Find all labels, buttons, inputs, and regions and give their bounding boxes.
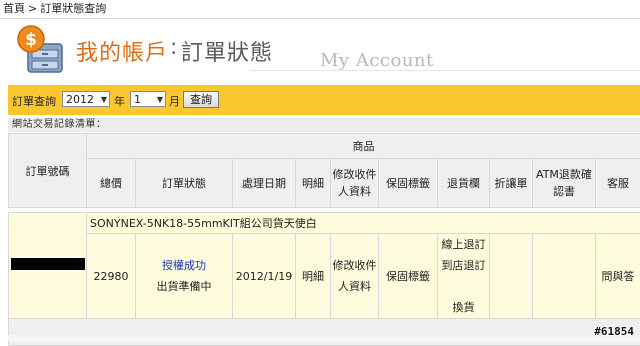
breadcrumb-home-link[interactable]: 首頁 (3, 2, 25, 15)
header-edit-recipient-line2: 人資料 (338, 185, 371, 198)
status-text: 出貨準備中 (157, 280, 212, 293)
header-atm-refund: ATM退款確認書 (533, 159, 596, 208)
detail-link[interactable]: 明細 (296, 234, 331, 319)
page-subtitle: 訂單狀態 (181, 35, 273, 67)
breadcrumb: 首頁>訂單狀態查詢 (3, 1, 106, 17)
footer-cell (9, 319, 640, 346)
return-cell: 線上退訂到店退訂換貨 (438, 234, 490, 319)
faq-link[interactable]: 問與答 (596, 234, 640, 319)
atm-refund-cell (533, 234, 596, 319)
redacted-order-number (11, 258, 85, 270)
year-select[interactable]: 2012 ▼ (62, 91, 110, 107)
page-title-english: My Account (320, 50, 434, 71)
product-name: SONYNEX-5NK18-55mmKIT組公司貨天使白 (87, 213, 640, 234)
query-button[interactable]: 查詢 (183, 91, 219, 108)
month-unit-label: 月 (169, 93, 180, 109)
header-product: 商品 (87, 134, 640, 159)
warranty-label-link[interactable]: 保固標籤 (379, 234, 438, 319)
chevron-down-icon: ▼ (101, 92, 107, 108)
edit-recipient-link[interactable]: 修改收件人資料 (331, 234, 379, 319)
header-edit-recipient-line1: 修改收件 (333, 168, 377, 181)
order-status-cell: 授權成功出貨準備中 (136, 234, 233, 319)
table-header-row: 訂單號碼 商品 (9, 134, 640, 159)
online-cancel-link[interactable]: 線上退訂 (442, 238, 486, 251)
top-divider (0, 18, 640, 19)
status-link[interactable]: 授權成功 (162, 259, 206, 272)
header-atm-line1: ATM退款確 (536, 168, 592, 181)
header-date: 處理日期 (233, 159, 296, 208)
header-service: 客服 (596, 159, 640, 208)
edit-recipient-line1: 修改收件 (333, 259, 377, 272)
order-number-cell (9, 213, 87, 319)
order-table: 訂單號碼 商品 總價 訂單狀態 處理日期 明細 修改收件人資料 保固標籤 退貨欄… (8, 133, 640, 346)
chevron-down-icon: ▼ (157, 92, 163, 108)
header-order-number: 訂單號碼 (9, 134, 87, 208)
year-unit-label: 年 (114, 93, 125, 109)
edit-recipient-line2: 人資料 (338, 280, 371, 293)
store-cancel-link[interactable]: 到店退訂 (442, 259, 486, 272)
table-row: SONYNEX-5NK18-55mmKIT組公司貨天使白 (9, 213, 640, 234)
header-status: 訂單狀態 (136, 159, 233, 208)
page-header: $ 我的帳戶 : 訂單狀態 My Account (0, 20, 640, 80)
page-title: 我的帳戶 (76, 35, 168, 67)
header-warranty: 保固標籤 (379, 159, 438, 208)
order-search-bar: 訂單查詢 2012 ▼ 年 1 ▼ 月 查詢 (8, 85, 640, 115)
order-total: 22980 (87, 234, 136, 319)
table-row: 22980 授權成功出貨準備中 2012/1/19 明細 修改收件人資料 保固標… (9, 234, 640, 319)
bottom-bar (8, 335, 640, 341)
table-footer-row (9, 319, 640, 346)
header-atm-line2: 認書 (553, 185, 575, 198)
header-detail: 明細 (296, 159, 331, 208)
table-subheader-row: 總價 訂單狀態 處理日期 明細 修改收件人資料 保固標籤 退貨欄 折讓單 ATM… (9, 159, 640, 208)
header-total: 總價 (87, 159, 136, 208)
order-search-label: 訂單查詢 (12, 93, 56, 109)
header-return: 退貨欄 (438, 159, 490, 208)
month-select[interactable]: 1 ▼ (130, 91, 166, 107)
year-select-value: 2012 (66, 93, 94, 106)
title-colon: : (170, 35, 177, 60)
order-date: 2012/1/19 (233, 234, 296, 319)
money-drawer-icon: $ (14, 24, 66, 76)
breadcrumb-current: 訂單狀態查詢 (40, 2, 106, 15)
svg-text:$: $ (25, 30, 37, 50)
exchange-link[interactable]: 換貨 (453, 301, 475, 314)
discount-cell (490, 234, 533, 319)
header-discount: 折讓單 (490, 159, 533, 208)
header-edit-recipient: 修改收件人資料 (331, 159, 379, 208)
section-title: 網站交易記錄清單： (8, 118, 640, 132)
breadcrumb-separator: > (28, 2, 37, 15)
month-select-value: 1 (134, 93, 141, 106)
header-divider (250, 70, 640, 71)
watermark: #61854 (594, 325, 634, 338)
